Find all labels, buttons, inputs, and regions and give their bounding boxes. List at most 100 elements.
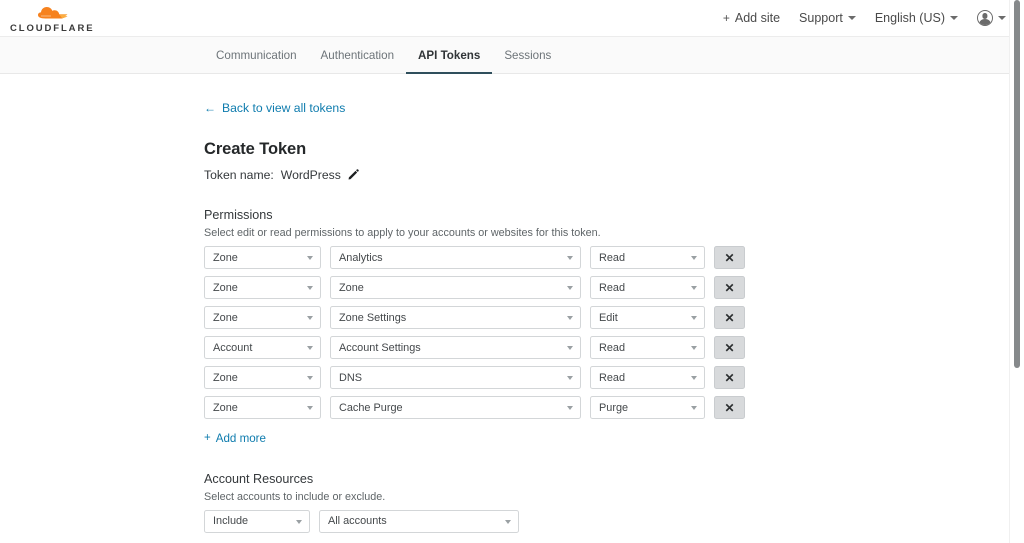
account-menu[interactable] [977, 10, 1006, 26]
top-bar-actions: + Add site Support English (US) [723, 10, 1006, 26]
close-icon: ✕ [724, 282, 734, 294]
chevron-down-icon [505, 520, 511, 524]
chevron-down-icon [307, 346, 313, 350]
permission-resource-value: Analytics [339, 252, 383, 264]
token-name-row: Token name: WordPress [204, 168, 1024, 182]
close-icon: ✕ [724, 342, 734, 354]
scrollbar-thumb[interactable] [1014, 0, 1020, 368]
add-site-label: Add site [735, 11, 780, 25]
token-name-label: Token name: [204, 168, 274, 182]
language-menu[interactable]: English (US) [875, 11, 958, 25]
tab-label: Authentication [321, 49, 394, 62]
chevron-down-icon [567, 376, 573, 380]
permission-level-value: Read [599, 372, 625, 384]
close-icon: ✕ [724, 402, 734, 414]
chevron-down-icon [296, 520, 302, 524]
permission-resource-select[interactable]: Account Settings [330, 336, 581, 359]
token-name-value: WordPress [281, 168, 341, 182]
permission-row: Zone Analytics Read ✕ [204, 246, 1024, 269]
tab-label: Sessions [504, 49, 551, 62]
permission-scope-select[interactable]: Account [204, 336, 321, 359]
account-resources-section-title: Account Resources [204, 472, 1024, 486]
permission-resource-value: Cache Purge [339, 402, 403, 414]
permission-resource-value: Account Settings [339, 342, 421, 354]
permission-scope-value: Account [213, 342, 252, 354]
permission-row: Zone Cache Purge Purge ✕ [204, 396, 1024, 419]
cloudflare-logo[interactable]: CLOUDFLARE [10, 3, 94, 34]
tab-label: Communication [216, 49, 297, 62]
account-scope-value: All accounts [328, 515, 387, 527]
permission-scope-select[interactable]: Zone [204, 246, 321, 269]
permission-resource-select[interactable]: Analytics [330, 246, 581, 269]
chevron-down-icon [567, 346, 573, 350]
account-resources-row: Include All accounts [204, 510, 1024, 533]
permission-scope-select[interactable]: Zone [204, 396, 321, 419]
chevron-down-icon [307, 286, 313, 290]
user-avatar-icon [977, 10, 993, 26]
account-include-mode-value: Include [213, 515, 248, 527]
tab-communication[interactable]: Communication [204, 37, 309, 73]
account-resources-section-subtitle: Select accounts to include or exclude. [204, 491, 1024, 503]
remove-permission-button[interactable]: ✕ [714, 306, 745, 329]
remove-permission-button[interactable]: ✕ [714, 246, 745, 269]
tab-sessions[interactable]: Sessions [492, 37, 563, 73]
chevron-down-icon [691, 316, 697, 320]
remove-permission-button[interactable]: ✕ [714, 276, 745, 299]
chevron-down-icon [691, 346, 697, 350]
permission-level-value: Purge [599, 402, 628, 414]
add-more-permissions-button[interactable]: + Add more [204, 432, 266, 445]
remove-permission-button[interactable]: ✕ [714, 396, 745, 419]
permission-scope-select[interactable]: Zone [204, 276, 321, 299]
support-menu[interactable]: Support [799, 11, 856, 25]
add-site-button[interactable]: + Add site [723, 11, 780, 25]
permission-level-select[interactable]: Purge [590, 396, 705, 419]
permission-resource-select[interactable]: Cache Purge [330, 396, 581, 419]
permission-level-select[interactable]: Read [590, 246, 705, 269]
language-label: English (US) [875, 11, 945, 25]
account-scope-select[interactable]: All accounts [319, 510, 519, 533]
arrow-left-icon: ← [204, 102, 216, 114]
tab-authentication[interactable]: Authentication [309, 37, 406, 73]
remove-permission-button[interactable]: ✕ [714, 336, 745, 359]
permission-level-select[interactable]: Read [590, 336, 705, 359]
permission-scope-select[interactable]: Zone [204, 306, 321, 329]
chevron-down-icon [307, 406, 313, 410]
permission-resource-select[interactable]: Zone Settings [330, 306, 581, 329]
chevron-down-icon [307, 376, 313, 380]
chevron-down-icon [848, 16, 856, 20]
pencil-icon[interactable] [348, 169, 359, 181]
permission-resource-value: Zone [339, 282, 364, 294]
chevron-down-icon [567, 406, 573, 410]
permission-resource-value: DNS [339, 372, 362, 384]
account-include-mode-select[interactable]: Include [204, 510, 310, 533]
permission-scope-select[interactable]: Zone [204, 366, 321, 389]
permission-level-select[interactable]: Read [590, 276, 705, 299]
remove-permission-button[interactable]: ✕ [714, 366, 745, 389]
permission-level-value: Edit [599, 312, 618, 324]
permission-scope-value: Zone [213, 402, 238, 414]
permission-scope-value: Zone [213, 312, 238, 324]
permission-level-select[interactable]: Read [590, 366, 705, 389]
permission-scope-value: Zone [213, 282, 238, 294]
chevron-down-icon [567, 256, 573, 260]
chevron-down-icon [567, 286, 573, 290]
chevron-down-icon [307, 256, 313, 260]
cloudflare-wordmark: CLOUDFLARE [10, 24, 94, 34]
permission-level-select[interactable]: Edit [590, 306, 705, 329]
tab-api-tokens[interactable]: API Tokens [406, 37, 492, 73]
permission-resource-select[interactable]: DNS [330, 366, 581, 389]
vertical-scrollbar[interactable] [1009, 0, 1024, 543]
permission-row: Account Account Settings Read ✕ [204, 336, 1024, 359]
permission-level-value: Read [599, 342, 625, 354]
chevron-down-icon [950, 16, 958, 20]
main-content: ← Back to view all tokens Create Token T… [0, 74, 1024, 543]
back-to-all-tokens-link[interactable]: ← Back to view all tokens [204, 101, 345, 115]
cloudflare-cloud-icon [36, 5, 70, 23]
plus-icon: + [723, 12, 730, 24]
top-bar: CLOUDFLARE + Add site Support English (U… [0, 0, 1024, 36]
add-more-label: Add more [216, 432, 266, 445]
permissions-section-title: Permissions [204, 208, 1024, 222]
permission-level-value: Read [599, 282, 625, 294]
permission-resource-select[interactable]: Zone [330, 276, 581, 299]
chevron-down-icon [691, 256, 697, 260]
